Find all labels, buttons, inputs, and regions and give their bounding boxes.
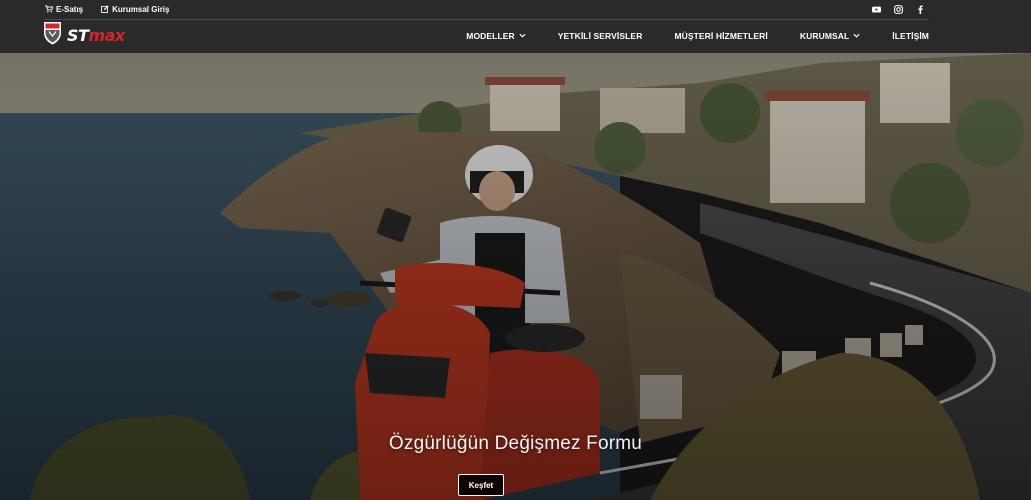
shield-icon (43, 21, 62, 50)
nav-label-iletisim: İLETİŞİM (892, 31, 929, 41)
youtube-icon[interactable] (872, 5, 881, 14)
nav-item-modeller[interactable]: MODELLER (466, 31, 526, 41)
main-nav: MODELLER YETKİLİ SERVİSLER MÜŞTERİ HİZME… (434, 26, 929, 46)
chevron-down-icon (853, 31, 860, 41)
logo-st: ST (67, 25, 89, 45)
esatis-link[interactable]: E-Satış (45, 4, 84, 15)
nav-item-yetkili-servisler[interactable]: YETKİLİ SERVİSLER (558, 31, 643, 41)
instagram-icon[interactable] (894, 5, 903, 14)
facebook-icon[interactable] (916, 5, 925, 14)
stmax-logo[interactable]: STmax (43, 21, 125, 50)
logo-wordmark: STmax (67, 26, 125, 45)
nav-label-kurumsal: KURUMSAL (799, 31, 850, 41)
nav-item-iletisim[interactable]: İLETİŞİM (892, 31, 929, 41)
nav-item-musteri-hizmetleri[interactable]: MÜŞTERİ HİZMETLERİ (674, 31, 767, 41)
nav-label-yetkili-servisler: YETKİLİ SERVİSLER (557, 31, 643, 41)
chevron-down-icon (519, 31, 526, 41)
hero-title: Özgürlüğün Değişmez Formu (388, 433, 643, 454)
edit-icon (101, 4, 109, 15)
hero-banner: Özgürlüğün Değişmez Formu Keşfet (0, 53, 1031, 500)
nav-label-modeller: MODELLER (466, 31, 515, 41)
top-bar: E-Satış Kurumsal Giriş (45, 0, 929, 20)
kurumsal-giris-label: Kurumsal Giriş (112, 5, 170, 14)
nav-item-kurumsal[interactable]: KURUMSAL (800, 31, 860, 41)
esatis-label: E-Satış (56, 5, 84, 14)
site-header: E-Satış Kurumsal Giriş STmax MODELLER YE… (0, 0, 1031, 53)
social-links (872, 5, 929, 14)
kesfet-button[interactable]: Keşfet (458, 474, 504, 496)
kurumsal-giris-link[interactable]: Kurumsal Giriş (101, 4, 170, 15)
cart-icon (45, 4, 54, 15)
nav-label-musteri-hizmetleri: MÜŞTERİ HİZMETLERİ (674, 31, 768, 41)
logo-max: max (88, 25, 125, 45)
